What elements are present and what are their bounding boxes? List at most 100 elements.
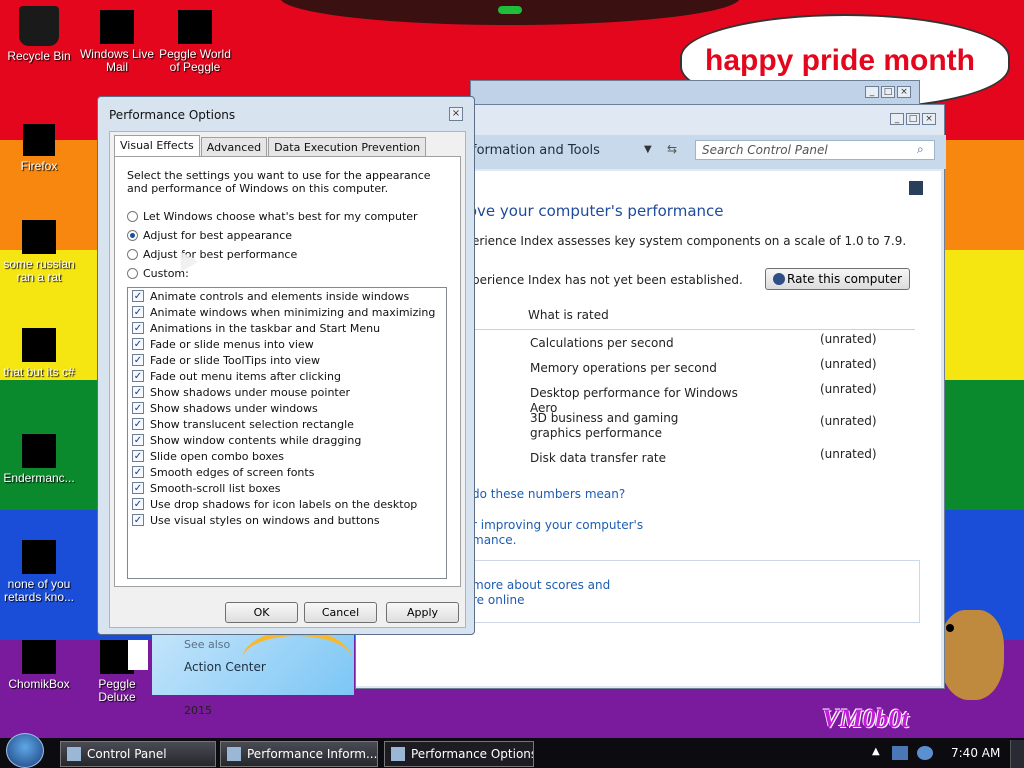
radio-button-selected[interactable] <box>127 230 138 241</box>
rate-computer-button[interactable]: Rate this computer <box>765 268 910 290</box>
effect-item[interactable]: ✓ Fade or slide menus into view <box>128 336 446 352</box>
checkbox-checked[interactable]: ✓ <box>132 306 144 318</box>
desktop-icon-that-but-csharp[interactable]: that but its c# <box>0 328 78 379</box>
radio-let-windows-choose[interactable]: Let Windows choose what's best for my co… <box>127 210 418 223</box>
apply-button[interactable]: Apply <box>386 602 459 623</box>
radio-best-appearance[interactable]: Adjust for best appearance <box>127 229 292 242</box>
taskbar-item-control-panel[interactable]: Control Panel <box>60 741 216 767</box>
learn-more-link[interactable]: more about scores and <box>472 578 610 593</box>
divider <box>470 329 915 330</box>
breadcrumb[interactable]: formation and Tools <box>472 143 600 158</box>
chevron-down-icon[interactable]: ▼ <box>644 144 652 155</box>
effect-item[interactable]: ✓ Use drop shadows for icon labels on the… <box>128 496 446 512</box>
checkbox-checked[interactable]: ✓ <box>132 338 144 350</box>
recycle-bin-icon <box>19 6 59 46</box>
desktop-icon-none-of-you[interactable]: none of you retards kno... <box>0 540 78 604</box>
tips-link-continued[interactable]: mance. <box>472 533 516 548</box>
checkbox-checked[interactable]: ✓ <box>132 322 144 334</box>
effect-item[interactable]: ✓ Animate windows when minimizing and max… <box>128 304 446 320</box>
radio-button[interactable] <box>127 268 138 279</box>
app-icon <box>22 328 56 362</box>
desktop-icon-russian-rat[interactable]: some russian ran a rat <box>0 220 78 284</box>
effect-label: Animations in the taskbar and Start Menu <box>150 321 381 335</box>
desktop-icon-windows-live-mail[interactable]: Windows Live Mail <box>78 10 156 74</box>
radio-best-performance[interactable]: Adjust for best performance <box>127 248 297 261</box>
checkbox-checked[interactable]: ✓ <box>132 498 144 510</box>
radio-button[interactable] <box>127 211 138 222</box>
effect-label: Show window contents while dragging <box>150 433 362 447</box>
taskbar-item-performance-options[interactable]: Performance Options <box>384 741 534 767</box>
maximize-icon[interactable]: □ <box>906 113 920 125</box>
checkbox-checked[interactable]: ✓ <box>132 290 144 302</box>
effect-item[interactable]: ✓ Animations in the taskbar and Start Men… <box>128 320 446 336</box>
effect-item[interactable]: ✓ Show shadows under mouse pointer <box>128 384 446 400</box>
effect-item[interactable]: ✓ Slide open combo boxes <box>128 448 446 464</box>
desktop-icon-chomikbox[interactable]: ChomikBox <box>0 640 78 691</box>
network-icon[interactable] <box>892 746 908 760</box>
checkbox-checked[interactable]: ✓ <box>132 418 144 430</box>
search-input[interactable]: Search Control Panel <box>695 140 935 160</box>
peggle-icon <box>178 10 212 44</box>
effect-label: Fade or slide menus into view <box>150 337 314 351</box>
effect-label: Smooth edges of screen fonts <box>150 465 315 479</box>
app-icon <box>22 540 56 574</box>
action-center-link[interactable]: Action Center <box>184 660 266 674</box>
desktop-icon-peggle-world[interactable]: Peggle World of Peggle <box>156 10 234 74</box>
volume-icon[interactable] <box>917 746 933 760</box>
what-numbers-mean-link[interactable]: do these numbers mean? <box>472 487 625 502</box>
close-icon[interactable]: × <box>897 86 911 98</box>
effect-item[interactable]: ✓ Animate controls and elements inside wi… <box>128 288 446 304</box>
desktop-icon-label: Recycle Bin <box>7 49 71 63</box>
effect-item[interactable]: ✓ Smooth-scroll list boxes <box>128 480 446 496</box>
refresh-icon[interactable]: ⇆ <box>667 142 677 156</box>
desktop-icon-endermanc[interactable]: Endermanc... <box>0 434 78 485</box>
effect-item[interactable]: ✓ Show translucent selection rectangle <box>128 416 446 432</box>
radio-label: Adjust for best performance <box>143 248 298 261</box>
tab-visual-effects[interactable]: Visual Effects <box>114 135 200 156</box>
dialog-title: Performance Options <box>109 108 236 122</box>
checkbox-checked[interactable]: ✓ <box>132 370 144 382</box>
firefox-icon <box>23 124 55 156</box>
ok-button[interactable]: OK <box>225 602 298 623</box>
effect-item[interactable]: ✓ Smooth edges of screen fonts <box>128 464 446 480</box>
desktop-icon-recycle-bin[interactable]: Recycle Bin <box>0 6 78 63</box>
taskbar-item-performance-info[interactable]: Performance Inform... <box>220 741 378 767</box>
start-button[interactable] <box>6 733 44 768</box>
checkbox-checked[interactable]: ✓ <box>132 434 144 446</box>
watermark-text: VM0b0t <box>822 704 909 733</box>
minimize-icon[interactable]: _ <box>890 113 904 125</box>
effect-item[interactable]: ✓ Show shadows under windows <box>128 400 446 416</box>
checkbox-checked[interactable]: ✓ <box>132 402 144 414</box>
radio-button[interactable] <box>127 249 138 260</box>
tab-data-execution-prevention[interactable]: Data Execution Prevention <box>268 137 427 156</box>
maximize-icon[interactable]: □ <box>881 86 895 98</box>
close-icon[interactable]: × <box>922 113 936 125</box>
checkbox-checked[interactable]: ✓ <box>132 482 144 494</box>
effect-item[interactable]: ✓ Use visual styles on windows and button… <box>128 512 446 528</box>
checkbox-checked[interactable]: ✓ <box>132 466 144 478</box>
search-icon[interactable]: ⌕ <box>917 142 924 157</box>
effect-label: Slide open combo boxes <box>150 449 285 463</box>
cancel-button[interactable]: Cancel <box>304 602 377 623</box>
effect-item[interactable]: ✓ Fade or slide ToolTips into view <box>128 352 446 368</box>
tab-strip: Visual Effects Advanced Data Execution P… <box>114 135 427 156</box>
minimize-icon[interactable]: _ <box>865 86 879 98</box>
effect-item[interactable]: ✓ Show window contents while dragging <box>128 432 446 448</box>
clock[interactable]: 7:40 AM <box>951 746 1000 760</box>
show-desktop-button[interactable] <box>1010 740 1024 768</box>
tips-link[interactable]: r improving your computer's <box>472 518 643 533</box>
learn-more-link-continued[interactable]: re online <box>472 593 524 608</box>
effect-item[interactable]: ✓ Fade out menu items after clicking <box>128 368 446 384</box>
effects-listbox[interactable]: ✓ Animate controls and elements inside wi… <box>127 287 447 579</box>
close-icon[interactable]: × <box>449 107 463 121</box>
desktop-icon-firefox[interactable]: Firefox <box>0 124 78 173</box>
checkbox-checked[interactable]: ✓ <box>132 514 144 526</box>
tab-advanced[interactable]: Advanced <box>200 137 268 156</box>
checkbox-checked[interactable]: ✓ <box>132 450 144 462</box>
checkbox-checked[interactable]: ✓ <box>132 354 144 366</box>
desktop-icon-label: Endermanc... <box>3 471 75 485</box>
checkbox-checked[interactable]: ✓ <box>132 386 144 398</box>
tray-expand-icon[interactable]: ▲ <box>872 746 880 757</box>
hamster-image <box>940 610 1004 700</box>
help-icon[interactable] <box>909 181 923 195</box>
